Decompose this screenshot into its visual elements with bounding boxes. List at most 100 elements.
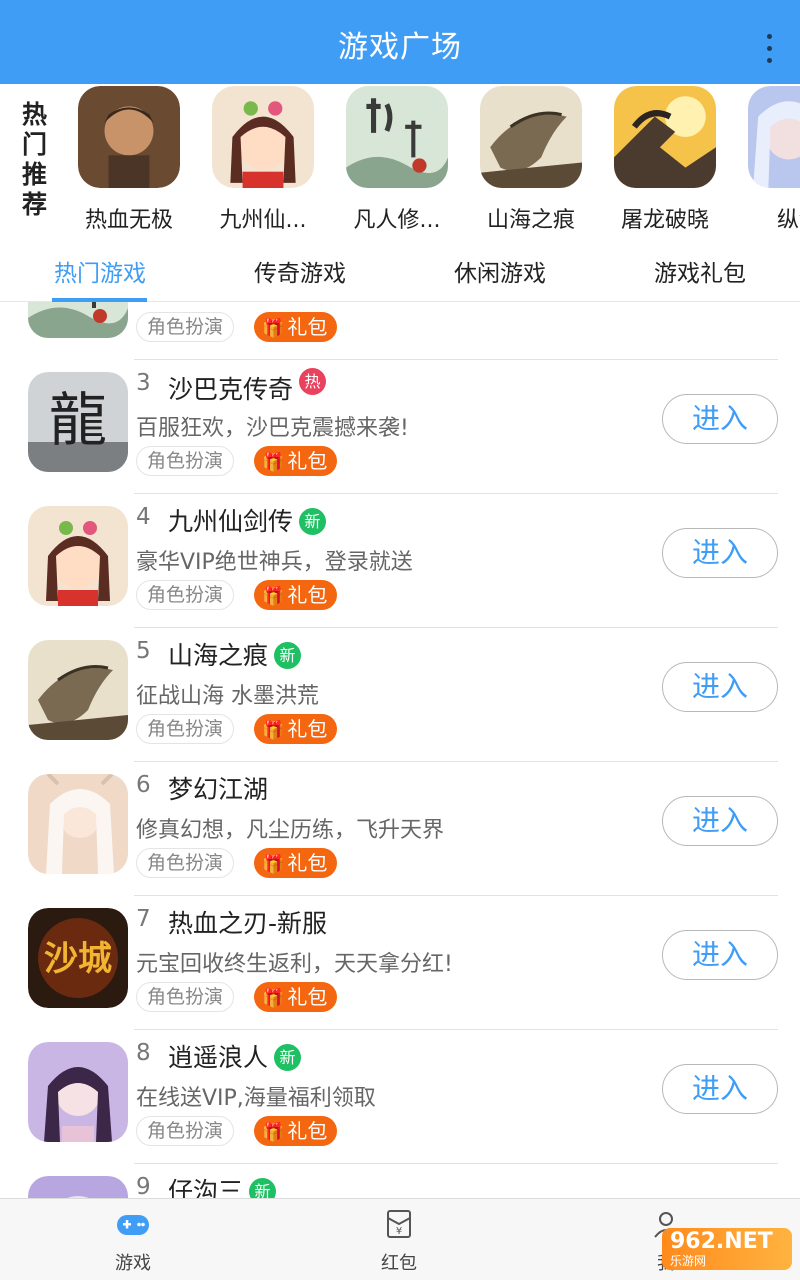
game-icon: [212, 86, 314, 188]
page-title: 游戏广场: [338, 30, 462, 65]
category-tag: 角色扮演: [136, 848, 235, 878]
tab-game-gifts[interactable]: 游戏礼包: [600, 254, 800, 288]
rank-number: 6: [136, 772, 151, 798]
game-name: 仔沟三新: [168, 1172, 277, 1198]
tab-hot-games[interactable]: 热门游戏: [0, 254, 200, 288]
hot-item-name: 热血无极: [84, 208, 173, 233]
game-description: 豪华VIP绝世神兵，登录就送: [136, 550, 413, 575]
game-name-text: 沙巴克传奇: [168, 375, 294, 404]
game-description: 元宝回收终生返利，天天拿分红!: [136, 952, 453, 977]
gift-icon: 🎁: [262, 318, 285, 339]
gift-label: 礼包: [287, 851, 328, 875]
enter-button[interactable]: 进入: [662, 796, 778, 846]
svg-text:¥: ¥: [396, 1226, 402, 1237]
category-tag: 角色扮演: [136, 1116, 235, 1146]
new-badge: 新: [249, 1178, 277, 1198]
rank-number: 3: [136, 370, 151, 396]
rank-number: 9: [136, 1174, 151, 1198]
gift-tag[interactable]: 🎁 礼包: [254, 1116, 338, 1146]
list-item[interactable]: 8 逍遥浪人新 在线送VIP,海量福利领取 角色扮演 🎁 礼包 进入: [0, 1030, 800, 1164]
game-icon: [480, 86, 582, 188]
gift-tag[interactable]: 🎁 礼包: [254, 446, 338, 476]
game-icon: [28, 506, 128, 606]
new-badge: 新: [274, 642, 302, 669]
rank-number: 5: [136, 638, 151, 664]
enter-button[interactable]: 进入: [662, 662, 778, 712]
gift-tag[interactable]: 🎁 礼包: [254, 714, 338, 744]
hot-item[interactable]: 屠龙破晓: [605, 84, 725, 234]
gamepad-icon: [117, 1215, 149, 1235]
gift-tag[interactable]: 🎁 礼包: [254, 580, 338, 610]
list-item[interactable]: 4 九州仙剑传新 豪华VIP绝世神兵，登录就送 角色扮演 🎁 礼包 进入: [0, 494, 800, 628]
list-item[interactable]: 角色扮演 🎁 礼包: [0, 302, 800, 360]
game-icon: [78, 86, 180, 188]
hot-item-name: 屠龙破晓: [620, 208, 709, 233]
tab-casual-games[interactable]: 休闲游戏: [400, 254, 600, 288]
svg-text:沙城: 沙城: [44, 939, 112, 979]
gift-tag[interactable]: 🎁 礼包: [254, 982, 338, 1012]
list-item[interactable]: 9 仔沟三新: [0, 1164, 800, 1198]
hot-item[interactable]: 热血无极: [69, 84, 189, 234]
game-icon: [28, 774, 128, 874]
gift-tag[interactable]: 🎁 礼包: [254, 312, 338, 342]
game-icon: 沙城: [28, 908, 128, 1008]
hot-recommend-label: 热门推荐: [22, 100, 48, 219]
category-tabs: 热门游戏 传奇游戏 休闲游戏 游戏礼包: [0, 236, 800, 302]
hot-item[interactable]: 山海之痕: [471, 84, 591, 234]
gift-label: 礼包: [287, 1119, 328, 1143]
list-item[interactable]: 5 山海之痕新 征战山海 水墨洪荒 角色扮演 🎁 礼包 进入: [0, 628, 800, 762]
game-icon: [28, 640, 128, 740]
nav-red-envelope[interactable]: ¥ 红包: [339, 1209, 459, 1275]
category-tag: 角色扮演: [136, 312, 235, 342]
enter-button[interactable]: 进入: [662, 1064, 778, 1114]
game-list[interactable]: 角色扮演 🎁 礼包 龍 3 沙巴克传奇热 百服狂欢，沙巴克震撼来袭! 角色扮演 🎁…: [0, 302, 800, 1198]
hot-item[interactable]: 纵剑: [739, 84, 800, 234]
watermark-text: 962.NET: [670, 1229, 773, 1254]
category-tag: 角色扮演: [136, 982, 235, 1012]
svg-text:龍: 龍: [49, 386, 107, 454]
game-icon: [28, 302, 128, 338]
gift-icon: 🎁: [262, 988, 285, 1009]
hot-item[interactable]: 凡人修...: [337, 84, 457, 234]
gift-icon: 🎁: [262, 854, 285, 875]
nav-red-envelope-label: 红包: [381, 1253, 417, 1274]
new-badge: 新: [274, 1044, 302, 1071]
gift-icon: 🎁: [262, 452, 285, 473]
game-name: 逍遥浪人新: [168, 1038, 302, 1074]
gift-label: 礼包: [287, 717, 328, 741]
game-description: 修真幻想，凡尘历练，飞升天界: [136, 818, 445, 843]
enter-button[interactable]: 进入: [662, 930, 778, 980]
enter-button[interactable]: 进入: [662, 394, 778, 444]
watermark-sub: 乐游网: [670, 1254, 707, 1268]
game-name: 梦幻江湖: [168, 770, 268, 806]
game-name: 九州仙剑传新: [168, 502, 327, 538]
gift-label: 礼包: [287, 583, 328, 607]
hot-badge: 热: [299, 368, 327, 395]
game-name: 沙巴克传奇热: [168, 368, 327, 406]
app-bar: 游戏广场: [0, 0, 800, 84]
hot-item-name: 九州仙...: [219, 208, 307, 233]
nav-games-label: 游戏: [115, 1253, 151, 1274]
nav-games[interactable]: 游戏: [73, 1209, 193, 1275]
list-item[interactable]: 沙城 7 热血之刃-新服 元宝回收终生返利，天天拿分红! 角色扮演 🎁 礼包 进入: [0, 896, 800, 1030]
list-item[interactable]: 龍 3 沙巴克传奇热 百服狂欢，沙巴克震撼来袭! 角色扮演 🎁 礼包 进入: [0, 360, 800, 494]
more-options-icon[interactable]: [766, 34, 774, 68]
game-icon: [614, 86, 716, 188]
gift-label: 礼包: [287, 315, 328, 339]
new-badge: 新: [299, 508, 327, 535]
gift-tag[interactable]: 🎁 礼包: [254, 848, 338, 878]
list-item[interactable]: 6 梦幻江湖 修真幻想，凡尘历练，飞升天界 角色扮演 🎁 礼包 进入: [0, 762, 800, 896]
hot-item-name: 山海之痕: [486, 208, 575, 233]
enter-button[interactable]: 进入: [662, 528, 778, 578]
game-name-text: 仔沟三: [168, 1177, 244, 1198]
game-name-text: 逍遥浪人: [168, 1043, 269, 1072]
game-name-text: 山海之痕: [168, 641, 269, 670]
game-icon: 龍: [28, 372, 128, 472]
game-icon: [28, 1176, 128, 1198]
hot-item[interactable]: 九州仙...: [203, 84, 323, 234]
game-description: 在线送VIP,海量福利领取: [136, 1086, 376, 1111]
tab-legend-games[interactable]: 传奇游戏: [200, 254, 400, 288]
site-watermark: 962.NET 乐游网: [662, 1228, 792, 1270]
game-description: 百服狂欢，沙巴克震撼来袭!: [136, 416, 409, 441]
game-icon: [346, 86, 448, 188]
